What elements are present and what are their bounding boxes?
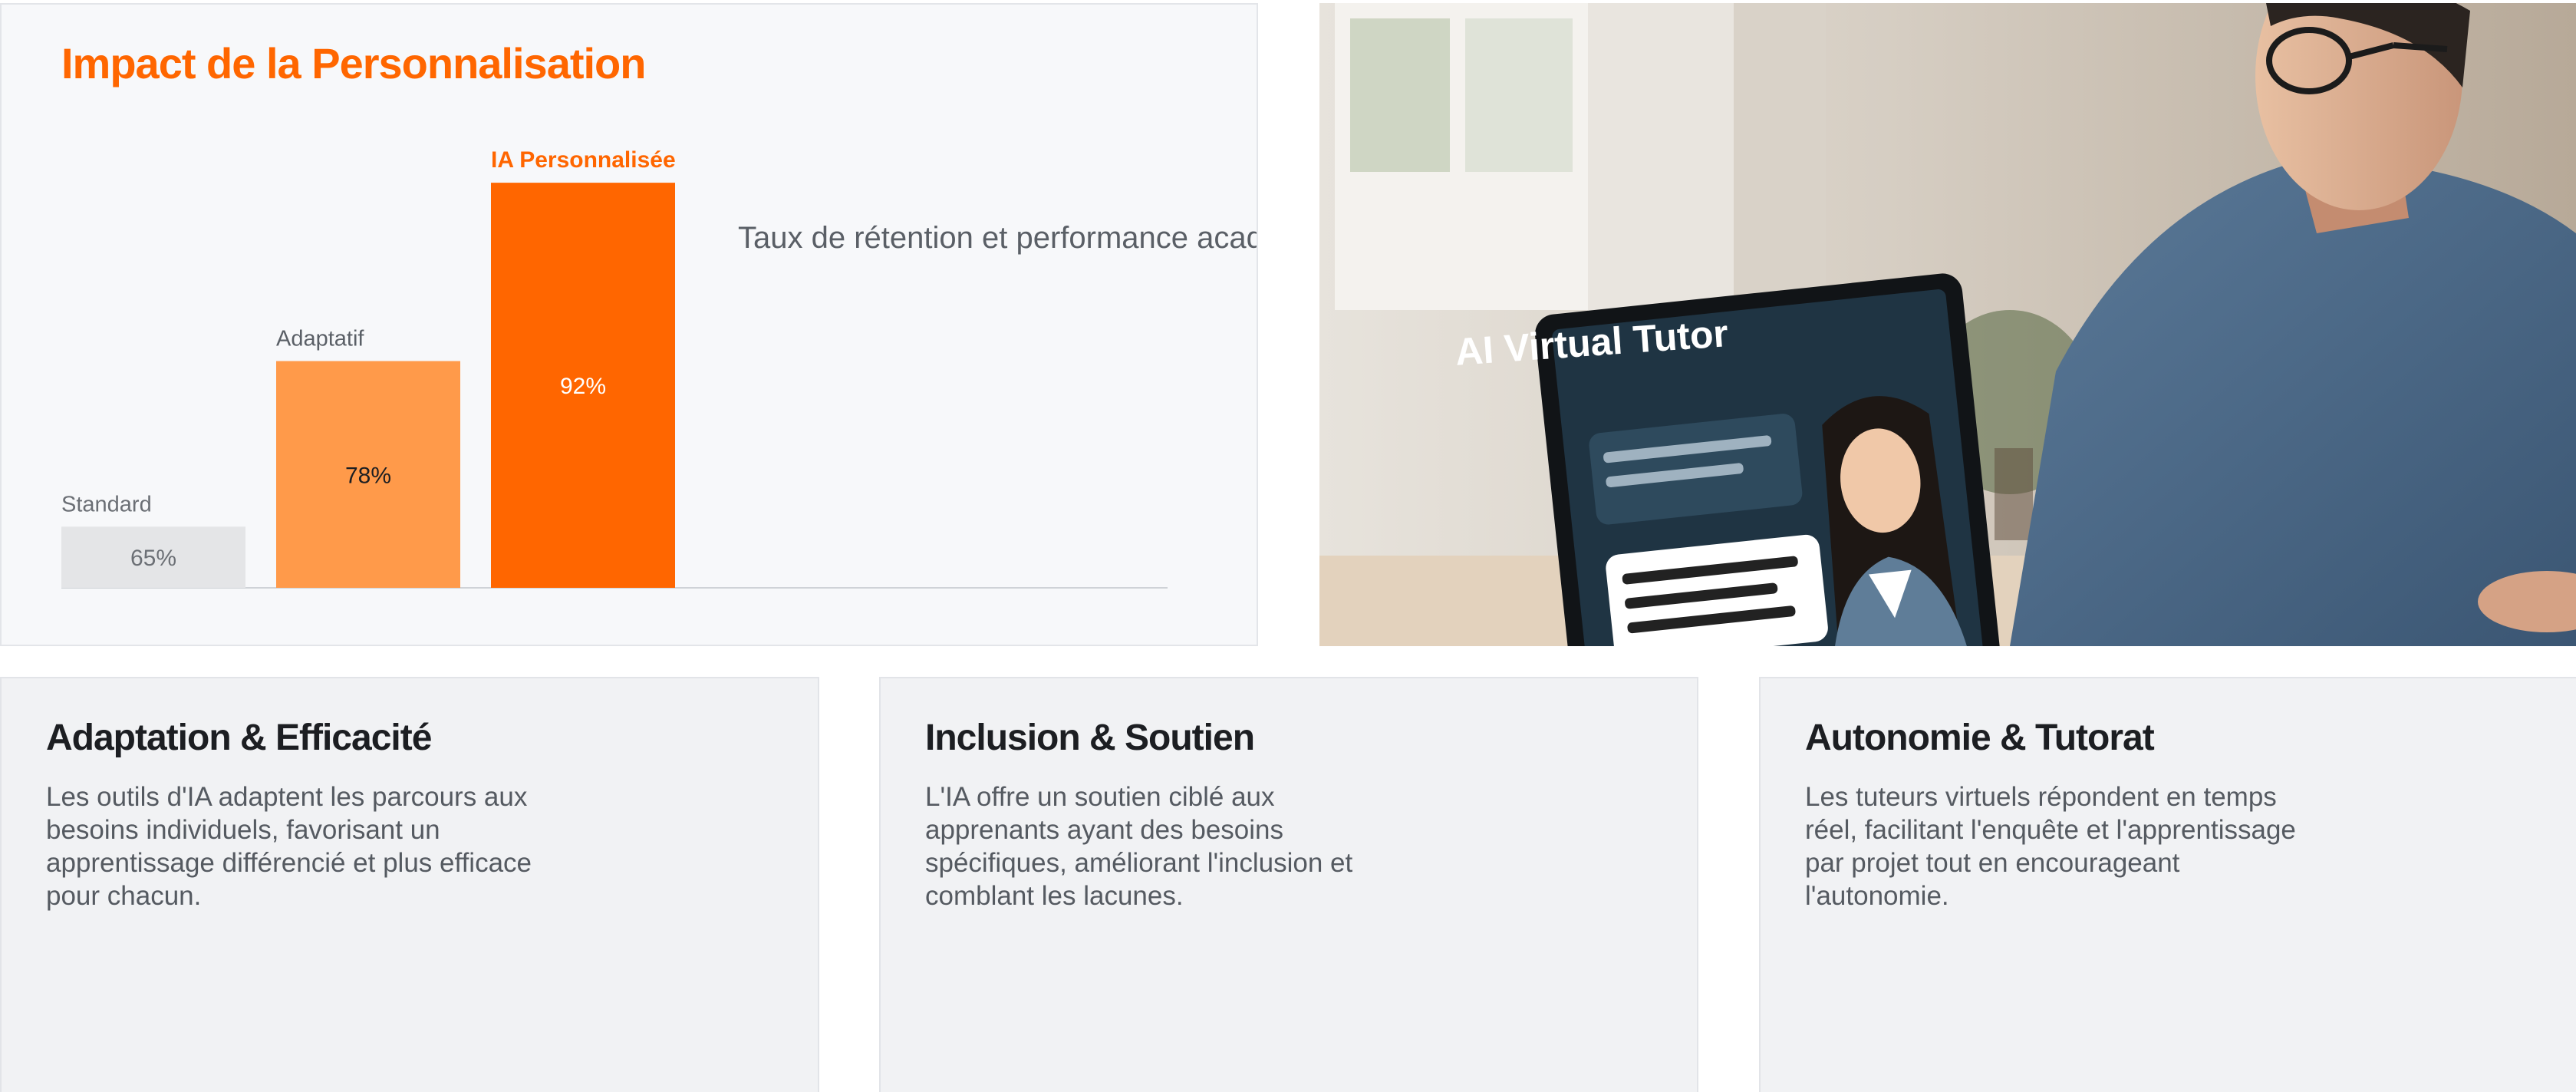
bar-chart: Standard 65% Adaptatif 78% IA Personnalisée 9… [61,147,1168,589]
card-text: Les outils d'IA adaptent les parcours au… [46,782,532,911]
card-title: Autonomie & Tutorat [1805,718,2155,758]
card-title: Inclusion & Soutien [925,718,1255,758]
page: Impact de la Personnalisation Taux de ré… [0,0,2576,1092]
card-text: Les tuteurs virtuels répondent en temps … [1805,782,2296,911]
card-title: Adaptation & Efficacité [46,718,432,758]
photo-student-with-ai-tutor [1319,3,2576,646]
bar-value-label: 65% [130,546,176,571]
photo-illustration [1319,3,2576,646]
bar-value-label: 92% [560,374,606,399]
category-label: Standard [61,492,152,516]
chart-panel: Impact de la Personnalisation Taux de ré… [0,3,1258,646]
category-label: Adaptatif [276,327,364,351]
category-label: IA Personnalisée [491,147,676,173]
card-inclusion: Inclusion & Soutien L'IA offre un soutie… [879,677,1698,1092]
bar-value-label: 78% [345,463,391,488]
card-autonomie: Autonomie & Tutorat Les tuteurs virtuels… [1759,677,2576,1092]
card-text: L'IA offre un soutien ciblé aux apprenan… [925,782,1353,911]
card-adaptation: Adaptation & Efficacité Les outils d'IA … [0,677,819,1092]
